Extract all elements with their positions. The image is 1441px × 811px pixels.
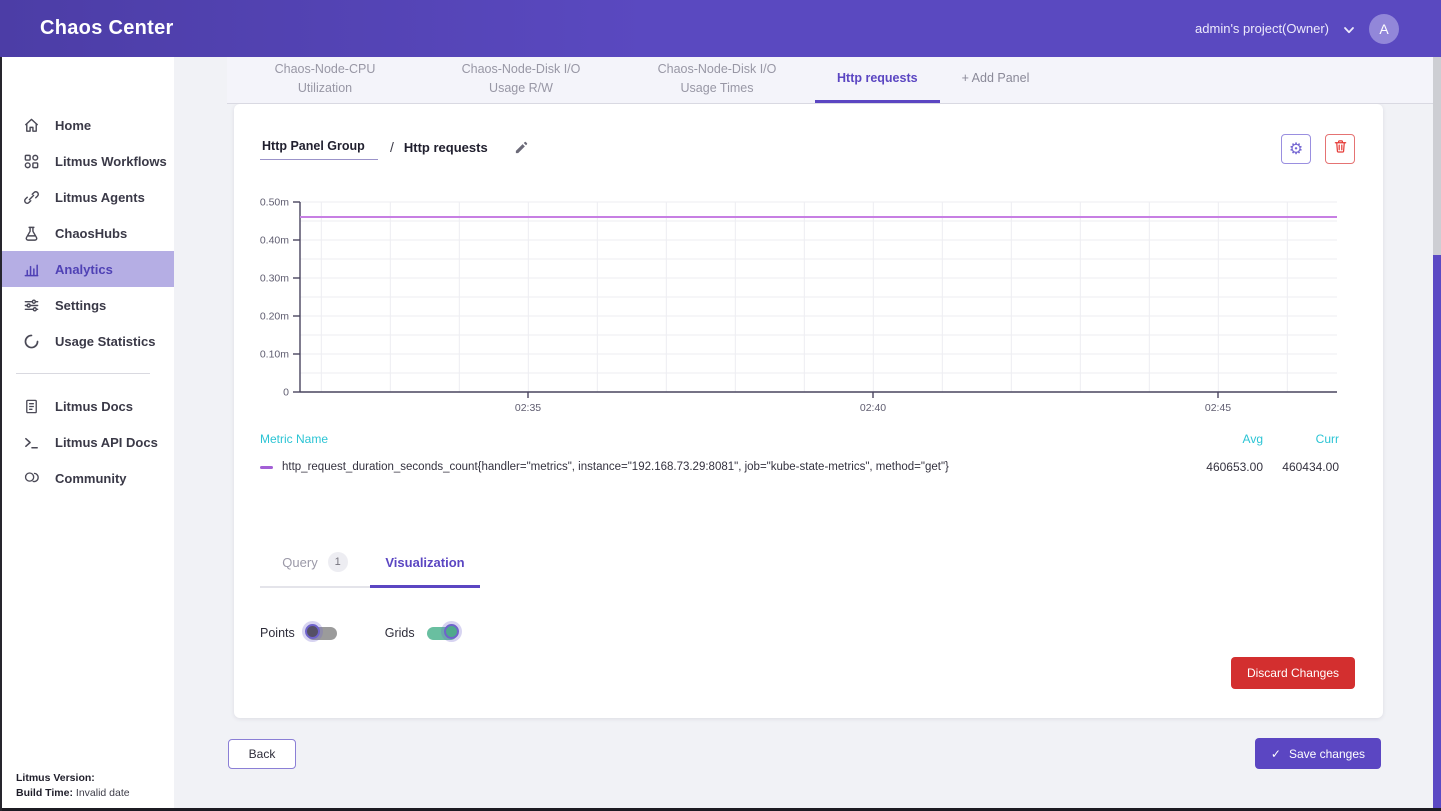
discard-changes-button[interactable]: Discard Changes xyxy=(1231,657,1355,689)
editor-subtabs: Query 1 Visualization xyxy=(260,552,1383,588)
workflows-icon xyxy=(23,153,40,170)
sidebar-item-litmus-api-docs[interactable]: Litmus API Docs xyxy=(0,424,174,460)
sidebar-divider xyxy=(16,373,150,374)
litmus-version-label: Litmus Version: xyxy=(16,772,95,784)
settings-icon xyxy=(23,297,40,314)
sidebar-item-label: Home xyxy=(55,118,91,133)
panel-tabstrip: Chaos-Node-CPU Utilization Chaos-Node-Di… xyxy=(227,57,1433,104)
build-time-value: Invalid date xyxy=(76,787,130,799)
chaoshubs-icon xyxy=(23,225,40,242)
sidebar-item-label: Litmus API Docs xyxy=(55,435,158,450)
version-info: Litmus Version: Build Time: Invalid date xyxy=(16,771,130,801)
panel-editor-card: / Http requests ⚙ 00.10m0.20m0.30m0.40m0… xyxy=(234,104,1383,718)
back-button[interactable]: Back xyxy=(228,739,296,769)
sidebar-item-settings[interactable]: Settings xyxy=(0,287,174,323)
edit-pencil-icon[interactable] xyxy=(514,140,529,155)
grids-toggle-label: Grids xyxy=(385,626,415,640)
trash-icon xyxy=(1333,139,1348,159)
sidebar-item-label: Community xyxy=(55,471,127,486)
app-title: Chaos Center xyxy=(40,17,174,40)
save-changes-button[interactable]: ✓ Save changes xyxy=(1255,738,1381,769)
project-selector-label[interactable]: admin's project(Owner) xyxy=(1195,21,1329,36)
toggle-thumb xyxy=(305,624,320,639)
svg-text:02:40: 02:40 xyxy=(860,402,886,414)
sidebar-item-label: Analytics xyxy=(55,262,113,277)
legend-metric-name: http_request_duration_seconds_count{hand… xyxy=(282,461,949,473)
svg-text:0.20m: 0.20m xyxy=(260,311,289,323)
tab-chaos-node-cpu-utilization[interactable]: Chaos-Node-CPU Utilization xyxy=(227,57,423,103)
svg-text:0.50m: 0.50m xyxy=(260,198,289,209)
tab-query[interactable]: Query 1 xyxy=(260,552,370,588)
docs-icon xyxy=(23,398,40,415)
sidebar-item-label: Litmus Docs xyxy=(55,399,133,414)
community-icon xyxy=(23,470,40,487)
visualization-options: Points Grids xyxy=(260,626,1383,640)
metric-chart: 0 0.10m 0.20m 0.30m 0.40m 0.50m 02:35 02:40 02:4… xyxy=(234,198,1383,426)
sidebar-item-analytics[interactable]: Analytics xyxy=(0,251,174,287)
tab-chaos-node-disk-io-usage-times[interactable]: Chaos-Node-Disk I/O Usage Times xyxy=(619,57,815,103)
sidebar-item-litmus-docs[interactable]: Litmus Docs xyxy=(0,388,174,424)
grids-toggle[interactable] xyxy=(427,627,457,640)
usage-statistics-icon xyxy=(23,333,40,350)
chevron-down-icon[interactable] xyxy=(1343,23,1355,35)
legend-avg-value: 460653.00 xyxy=(1193,460,1263,474)
check-icon: ✓ xyxy=(1271,747,1281,761)
sidebar-item-label: ChaosHubs xyxy=(55,226,127,241)
series-color-dash-icon xyxy=(260,466,273,469)
sidebar-item-label: Litmus Workflows xyxy=(55,154,167,169)
legend-curr-header: Curr xyxy=(1263,432,1339,446)
panel-header: / Http requests ⚙ xyxy=(234,104,1383,164)
visualization-tab-label: Visualization xyxy=(385,555,464,570)
sidebar-item-litmus-agents[interactable]: Litmus Agents xyxy=(0,179,174,215)
legend-item: http_request_duration_seconds_count{hand… xyxy=(260,460,1339,474)
analytics-icon xyxy=(23,261,40,278)
window-left-edge xyxy=(0,57,2,811)
query-count-badge: 1 xyxy=(328,552,348,572)
scrollbar-thumb[interactable] xyxy=(1433,255,1441,811)
tab-http-requests[interactable]: Http requests xyxy=(815,57,940,103)
api-docs-icon xyxy=(23,434,40,451)
sidebar-item-label: Litmus Agents xyxy=(55,190,145,205)
svg-text:0.40m: 0.40m xyxy=(260,235,289,247)
sidebar-item-label: Settings xyxy=(55,298,106,313)
breadcrumb-separator: / xyxy=(390,139,394,155)
avatar[interactable]: A xyxy=(1369,14,1399,44)
query-tab-label: Query xyxy=(282,555,317,570)
save-changes-label: Save changes xyxy=(1289,747,1365,761)
sidebar-item-usage-statistics[interactable]: Usage Statistics xyxy=(0,323,174,359)
add-panel-button[interactable]: + Add Panel xyxy=(940,57,1052,103)
panel-group-name-input[interactable] xyxy=(260,139,378,160)
sidebar: Home Litmus Workflows Litmus Agents Chao… xyxy=(0,57,174,811)
legend-avg-header: Avg xyxy=(1193,432,1263,446)
tab-chaos-node-disk-io-usage-rw[interactable]: Chaos-Node-Disk I/O Usage R/W xyxy=(423,57,619,103)
gear-icon: ⚙ xyxy=(1289,139,1303,159)
svg-text:0.10m: 0.10m xyxy=(260,349,289,361)
sidebar-item-chaoshubs[interactable]: ChaosHubs xyxy=(0,215,174,251)
agents-icon xyxy=(23,189,40,206)
sidebar-item-label: Usage Statistics xyxy=(55,334,155,349)
sidebar-item-litmus-workflows[interactable]: Litmus Workflows xyxy=(0,143,174,179)
toggle-thumb xyxy=(444,624,459,639)
app-header: Chaos Center admin's project(Owner) A xyxy=(0,0,1441,57)
panel-settings-button[interactable]: ⚙ xyxy=(1281,134,1311,164)
vertical-scrollbar[interactable] xyxy=(1433,57,1441,811)
legend-title: Metric Name xyxy=(260,432,328,446)
home-icon xyxy=(23,117,40,134)
delete-panel-button[interactable] xyxy=(1325,134,1355,164)
sidebar-item-community[interactable]: Community xyxy=(0,460,174,496)
svg-text:02:35: 02:35 xyxy=(515,402,541,414)
panel-name: Http requests xyxy=(404,140,488,155)
legend-curr-value: 460434.00 xyxy=(1263,460,1339,474)
svg-text:0: 0 xyxy=(283,387,289,399)
chart-legend: Metric Name Avg Curr http_request_durati… xyxy=(234,426,1383,474)
build-time-label: Build Time: xyxy=(16,787,73,799)
points-toggle-label: Points xyxy=(260,626,295,640)
points-toggle[interactable] xyxy=(307,627,337,640)
chart-canvas: 0 0.10m 0.20m 0.30m 0.40m 0.50m 02:35 02:40 02:4… xyxy=(234,198,1354,426)
tab-visualization[interactable]: Visualization xyxy=(370,552,480,588)
svg-text:02:45: 02:45 xyxy=(1205,402,1231,414)
svg-text:0.30m: 0.30m xyxy=(260,273,289,285)
sidebar-item-home[interactable]: Home xyxy=(0,107,174,143)
